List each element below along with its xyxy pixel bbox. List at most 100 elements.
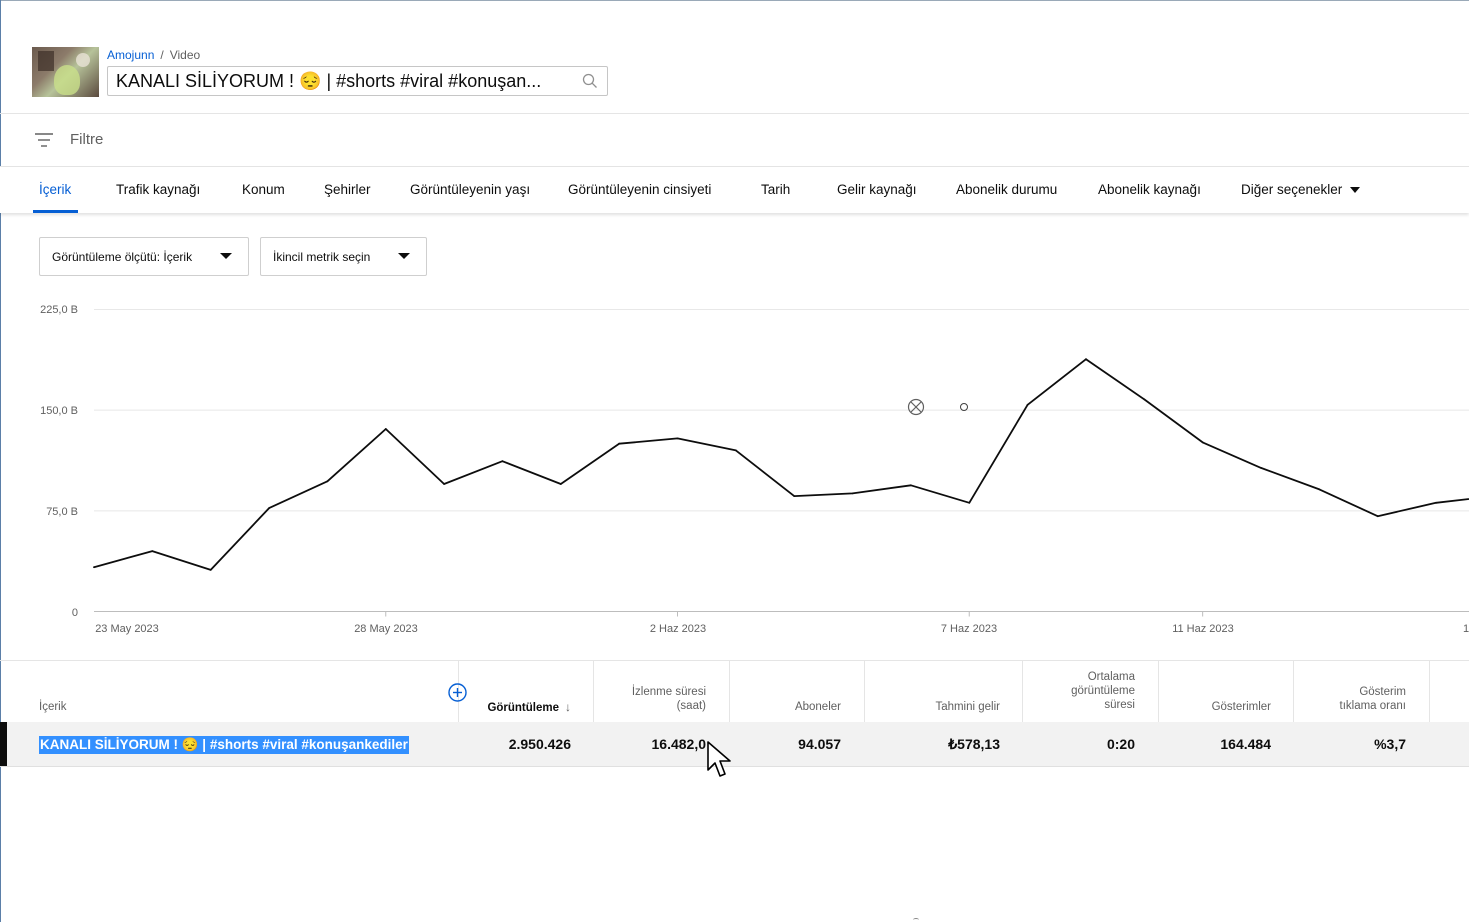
cell-watch-time: 16.482,0 [651, 736, 707, 752]
video-selector[interactable]: KANALI SİLİYORUM ! 😔 | #shorts #viral #k… [107, 66, 608, 96]
caret-down-icon [220, 253, 232, 259]
tab-revenue-source[interactable]: Gelir kaynağı [837, 182, 917, 197]
search-icon[interactable] [582, 73, 598, 89]
data-point[interactable] [501, 460, 504, 463]
tab-subscription-status[interactable]: Abonelik durumu [956, 182, 1057, 197]
video-title: KANALI SİLİYORUM ! 😔 | #shorts #viral #k… [116, 71, 542, 91]
column-header-ctr[interactable]: Gösterim tıklama oranı [1300, 685, 1406, 713]
x-tick-marks [385, 611, 1204, 617]
y-axis-ticks: 225,0 B 150,0 B 75,0 B 0 [40, 304, 78, 619]
metric-dropdown[interactable]: Görüntüleme ölçütü: İçerik [39, 237, 249, 276]
secondary-metric-dropdown[interactable]: İkincil metrik seçin [260, 237, 427, 276]
data-point[interactable] [1085, 358, 1087, 361]
column-header-content[interactable]: İçerik [39, 700, 66, 714]
page-header: Amojunn / Video KANALI SİLİYORUM ! 😔 | #sh… [0, 0, 1469, 114]
close-circle-icon[interactable] [907, 398, 925, 416]
caret-down-icon [1350, 187, 1361, 194]
decorative-mark [913, 918, 919, 922]
cell-views: 2.950.426 [508, 736, 571, 752]
cell-subscribers: 94.057 [798, 736, 841, 752]
tab-viewer-gender[interactable]: Görüntüleyenin cinsiyeti [568, 182, 711, 197]
column-header-line: süresi [1104, 699, 1135, 711]
column-header-avg-duration[interactable]: Ortalama görüntüleme süresi [1030, 670, 1135, 712]
sort-down-icon[interactable]: ↓ [565, 700, 571, 714]
tab-date[interactable]: Tarih [761, 182, 790, 197]
tab-traffic-source[interactable]: Trafik kaynağı [116, 182, 200, 197]
row-video-title[interactable]: KANALI SİLİYORUM ! 😔 | #shorts #viral #k… [39, 736, 409, 754]
data-point[interactable] [443, 483, 445, 485]
hover-point-icon [960, 403, 968, 411]
add-column-icon[interactable] [448, 683, 467, 702]
data-point[interactable] [735, 449, 737, 452]
column-header-line: Gösterim [1359, 686, 1406, 698]
data-point[interactable] [618, 442, 620, 445]
active-tab-indicator [33, 210, 78, 213]
data-point[interactable] [209, 569, 212, 571]
column-header-line: görüntüleme [1071, 685, 1135, 697]
tab-subscription-source[interactable]: Abonelik kaynağı [1098, 182, 1201, 197]
data-point[interactable] [151, 550, 154, 552]
tab-content[interactable]: İçerik [39, 182, 71, 197]
data-point[interactable] [384, 428, 387, 430]
tab-more-options[interactable]: Diğer seçenekler [1241, 182, 1361, 197]
filter-icon[interactable] [35, 133, 53, 147]
thumbnail-shape [54, 65, 80, 95]
data-point[interactable] [1376, 515, 1379, 518]
data-point[interactable] [1260, 467, 1262, 469]
breadcrumb-current: Video [169, 48, 201, 62]
filter-label[interactable]: Filtre [70, 131, 103, 148]
breadcrumb: Amojunn / Video [107, 48, 200, 62]
cell-avg-duration: 0:20 [1106, 736, 1135, 752]
column-header-subscribers[interactable]: Aboneler [740, 700, 841, 714]
data-point[interactable] [851, 492, 854, 495]
data-point[interactable] [910, 484, 912, 487]
data-point[interactable] [1435, 501, 1437, 504]
breadcrumb-channel-link[interactable]: Amojunn [107, 48, 154, 62]
filter-bar[interactable]: Filtre [0, 114, 1469, 167]
column-header-line: İzlenme süresi [631, 686, 706, 698]
column-header-views[interactable]: Görüntüleme ↓ [470, 700, 571, 715]
column-header-revenue[interactable]: Tahmini gelir [880, 700, 1000, 714]
mouse-cursor-icon [707, 741, 731, 777]
column-header-impressions[interactable]: Gösterimler [1170, 700, 1271, 714]
cell-impressions: 164.484 [1220, 736, 1271, 752]
chart-grid [94, 309, 1469, 612]
x-tick-label: 1 [1463, 623, 1469, 635]
data-point[interactable] [793, 495, 796, 497]
tab-location[interactable]: Konum [242, 182, 285, 197]
data-point[interactable] [1026, 403, 1029, 406]
y-tick-label: 225,0 B [40, 304, 78, 316]
x-tick-label: 7 Haz 2023 [941, 623, 997, 635]
data-point[interactable] [1318, 488, 1321, 491]
secondary-metric-dropdown-label: İkincil metrik seçin [273, 250, 371, 264]
data-point[interactable] [326, 480, 329, 483]
chart-series [93, 358, 1469, 571]
column-header-line: (saat) [676, 700, 706, 712]
thumbnail-shape [76, 53, 90, 67]
line-chart[interactable]: 225,0 B 150,0 B 75,0 B 0 23 May 2023 28 … [0, 290, 1469, 650]
y-tick-label: 75,0 B [46, 506, 78, 518]
row-color-marker [0, 722, 7, 766]
data-point[interactable] [676, 437, 679, 440]
data-point[interactable] [268, 507, 270, 509]
tab-viewer-age[interactable]: Görüntüleyenin yaşı [410, 182, 530, 197]
x-tick-label: 23 May 2023 [95, 623, 159, 635]
x-tick-label: 11 Haz 2023 [1172, 623, 1234, 635]
x-tick-label: 2 Haz 2023 [650, 623, 706, 635]
data-point[interactable] [968, 501, 971, 504]
caret-down-icon [398, 253, 410, 259]
dimension-tabs: İçerik Trafik kaynağı Konum Şehirler Gör… [0, 167, 1469, 213]
video-thumbnail[interactable] [32, 47, 99, 97]
data-point[interactable] [1143, 398, 1146, 401]
x-axis-ticks: 23 May 2023 28 May 2023 2 Haz 2023 7 Haz… [95, 623, 1469, 635]
tab-cities[interactable]: Şehirler [324, 182, 371, 197]
data-point[interactable] [93, 566, 95, 569]
series-line[interactable] [93, 358, 1469, 571]
column-header-views-label: Görüntüleme [487, 702, 559, 714]
column-header-watch-time[interactable]: İzlenme süresi (saat) [600, 685, 706, 713]
y-tick-label: 150,0 B [40, 405, 78, 417]
data-point[interactable] [1201, 441, 1204, 444]
thumbnail-shape [38, 51, 54, 71]
column-header-line: tıklama oranı [1339, 700, 1406, 712]
data-point[interactable] [559, 483, 562, 485]
